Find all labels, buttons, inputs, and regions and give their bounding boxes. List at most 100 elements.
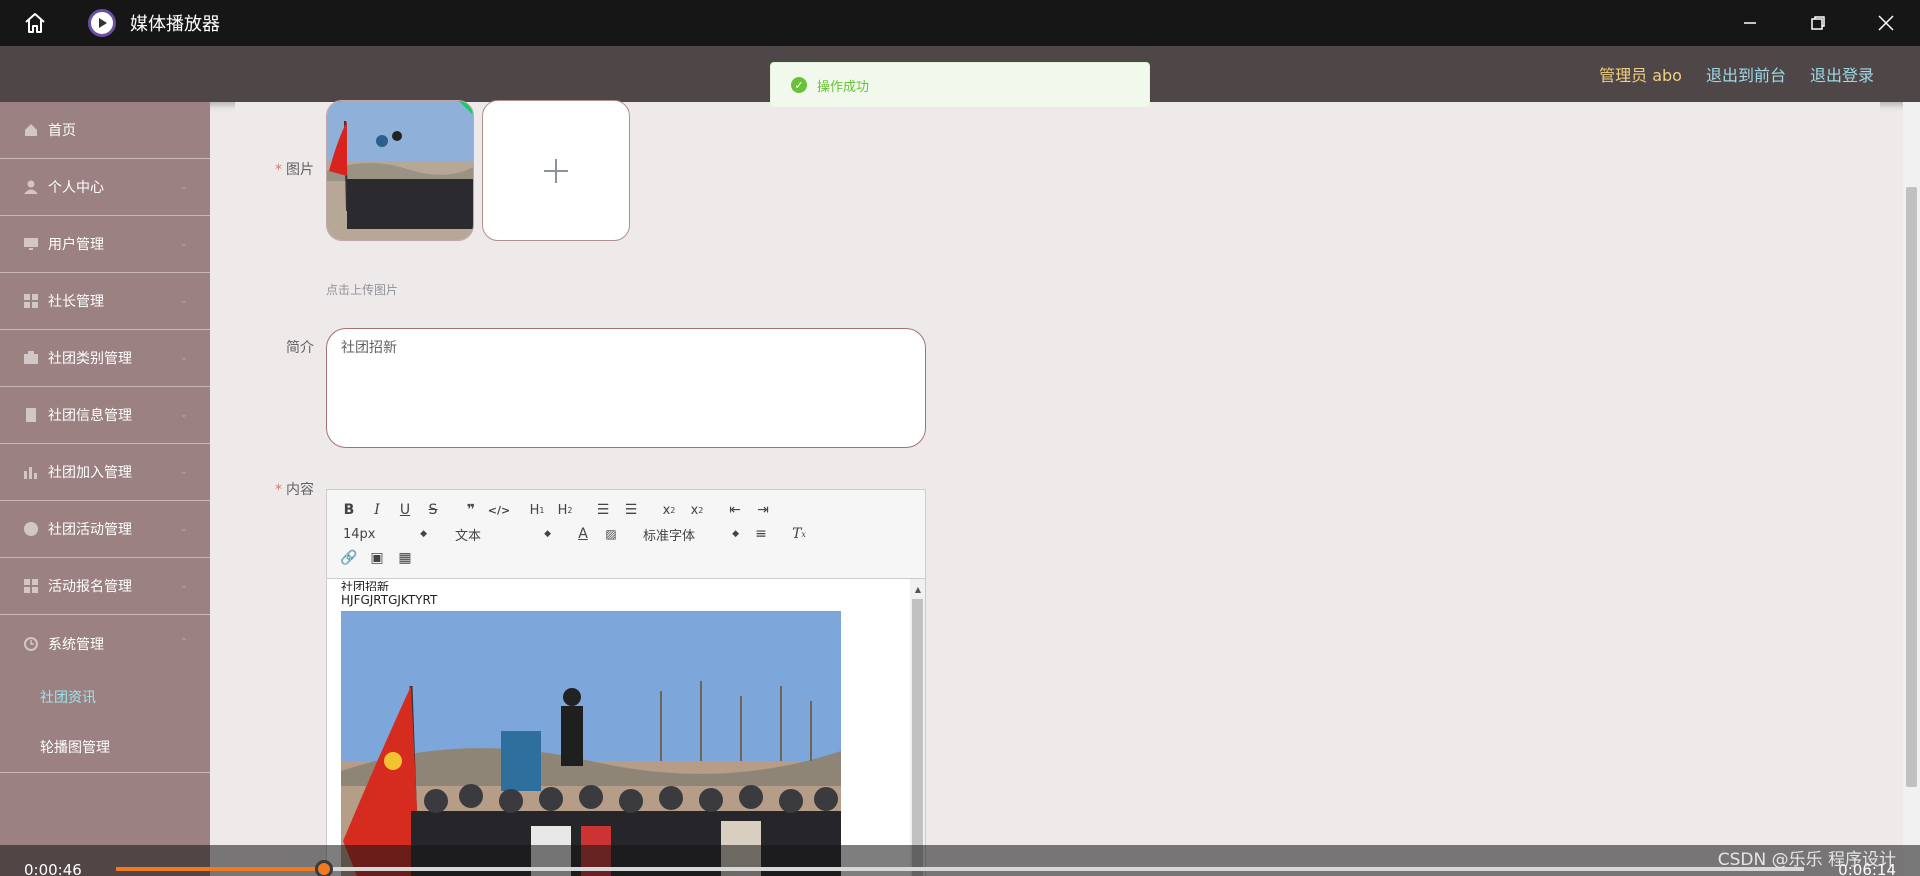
chevron-down-icon: ⌄: [179, 466, 188, 477]
minimize-icon[interactable]: [1716, 0, 1784, 46]
sidebar-item-profile[interactable]: 个人中心 ⌄: [0, 159, 210, 216]
watermark-text: CSDN @乐乐 程序设计: [1717, 850, 1896, 870]
chevron-down-icon: ⌄: [179, 352, 188, 363]
user-icon: [24, 180, 38, 194]
link-icon[interactable]: 🔗: [335, 547, 363, 569]
header1-icon[interactable]: H1: [523, 499, 551, 521]
check-circle-icon: ✓: [791, 77, 807, 93]
sidebar-item-club-join[interactable]: 社团加入管理 ⌄: [0, 444, 210, 501]
underline-icon[interactable]: U: [391, 499, 419, 521]
heading-select[interactable]: 文本 ◆: [447, 523, 559, 545]
ordered-list-icon[interactable]: ☰: [589, 499, 617, 521]
uploaded-picture-thumbnail[interactable]: [326, 100, 474, 241]
font-size-select[interactable]: 14px ◆: [335, 523, 435, 545]
sidebar-item-club-activities[interactable]: 社团活动管理 ⌄: [0, 501, 210, 558]
seek-handle[interactable]: [314, 860, 333, 876]
intro-textarea[interactable]: 社团招新: [326, 328, 926, 448]
editor-toolbar: B I U S ❞ </> H1 H2 ☰ ☰ x2 x2 ⇤ ⇥ 14px ◆ …: [327, 490, 925, 579]
sidebar-item-label: 社团类别管理: [48, 351, 132, 367]
chart-icon: [24, 465, 38, 479]
outdent-icon[interactable]: ⇤: [721, 499, 749, 521]
logout-link[interactable]: 退出登录: [1810, 62, 1874, 86]
grid-icon: [24, 579, 38, 593]
toast-message: 操作成功: [817, 79, 870, 95]
window-titlebar: 媒体播放器: [0, 0, 1920, 46]
editor-embedded-image[interactable]: [341, 611, 841, 876]
rich-text-editor[interactable]: B I U S ❞ </> H1 H2 ☰ ☰ x2 x2 ⇤ ⇥ 14px ◆ …: [326, 489, 926, 876]
plus-icon: [544, 158, 568, 183]
sidebar-item-label: 个人中心: [48, 180, 104, 196]
page-scrollbar[interactable]: [1903, 102, 1920, 876]
home-icon[interactable]: [0, 0, 70, 46]
sidebar-item-label: 社团活动管理: [48, 522, 132, 538]
editor-scrollbar[interactable]: ▲: [910, 579, 925, 876]
sidebar-menu: 首页 个人中心 ⌄ 用户管理 ⌄ 社长管理 ⌄ 社团类别管理 ⌄ 社团信息管理 …: [0, 102, 210, 876]
code-block-icon[interactable]: </>: [485, 499, 513, 521]
chevron-down-icon: ⌄: [179, 238, 188, 249]
sidebar-subitem-club-news[interactable]: 社团资讯: [0, 672, 210, 722]
monitor-icon: [24, 237, 38, 251]
header2-icon[interactable]: H2: [551, 499, 579, 521]
chevron-down-icon: ⌄: [179, 295, 188, 306]
document-icon: [24, 408, 38, 422]
strike-icon[interactable]: S: [419, 499, 447, 521]
subscript-icon[interactable]: x2: [655, 499, 683, 521]
seek-bar-progress: [116, 867, 324, 871]
sidebar-item-home[interactable]: 首页: [0, 102, 210, 159]
indent-icon[interactable]: ⇥: [749, 499, 777, 521]
elapsed-time: 0:00:46: [24, 861, 82, 876]
superscript-icon[interactable]: x2: [683, 499, 711, 521]
upload-picture-button[interactable]: [482, 100, 630, 241]
bold-icon[interactable]: B: [335, 499, 363, 521]
window-title: 媒体播放器: [130, 14, 220, 35]
sidebar-subitem-carousel[interactable]: 轮播图管理: [0, 722, 210, 772]
media-player-controls: 0:00:46 0:06:14 CSDN @乐乐 程序设计: [0, 845, 1920, 876]
seek-bar[interactable]: [116, 860, 1804, 876]
sidebar-item-label: 社团加入管理: [48, 465, 132, 481]
clock-icon: [24, 636, 38, 651]
current-user-label: 管理员 abo: [1599, 66, 1682, 85]
home-icon: [24, 123, 38, 137]
success-toast: ✓ 操作成功: [770, 62, 1150, 108]
content-label: * 内容: [275, 482, 314, 498]
sidebar-item-label: 社团信息管理: [48, 408, 132, 424]
font-family-select[interactable]: 标准字体 ◆: [635, 523, 747, 545]
bullet-list-icon[interactable]: ☰: [617, 499, 645, 521]
chevron-down-icon: ⌄: [179, 181, 188, 192]
editor-scroll-thumb[interactable]: [912, 599, 923, 876]
scroll-up-arrow-icon[interactable]: ▲: [915, 585, 921, 594]
blockquote-icon[interactable]: ❞: [457, 499, 485, 521]
editor-content[interactable]: 社团招新 HJFGJRTGJKTYRT: [327, 579, 912, 876]
intro-label: 简介: [286, 340, 314, 356]
sidebar-item-label: 用户管理: [48, 237, 104, 253]
briefcase-icon: [24, 351, 38, 365]
chevron-down-icon: ⌄: [179, 409, 188, 420]
sidebar-item-club-info[interactable]: 社团信息管理 ⌄: [0, 387, 210, 444]
media-player-logo-icon: [88, 9, 116, 37]
page-scroll-thumb[interactable]: [1906, 187, 1917, 787]
align-icon[interactable]: ≡: [747, 523, 775, 545]
restore-icon[interactable]: [1784, 0, 1852, 46]
italic-icon[interactable]: I: [363, 499, 391, 521]
image-icon[interactable]: ▣: [363, 547, 391, 569]
exit-to-front-link[interactable]: 退出到前台: [1706, 62, 1786, 86]
sidebar-item-label: 活动报名管理: [48, 579, 132, 595]
editor-text-line: HJFGJRTGJKTYRT: [341, 593, 438, 607]
grid-icon: [24, 294, 38, 308]
sidebar-item-system[interactable]: 系统管理 ⌃: [0, 615, 210, 672]
upload-hint: 点击上传图片: [326, 283, 399, 297]
sidebar-item-activity-signup[interactable]: 活动报名管理 ⌄: [0, 558, 210, 615]
chevron-down-icon: ⌄: [179, 580, 188, 591]
chevron-down-icon: ⌄: [179, 523, 188, 534]
background-color-icon[interactable]: ▨: [597, 523, 625, 545]
sidebar-item-presidents[interactable]: 社长管理 ⌄: [0, 273, 210, 330]
sidebar-item-label: 首页: [48, 123, 76, 139]
system-submenu: 社团资讯 轮播图管理: [0, 672, 210, 773]
font-color-icon[interactable]: A: [569, 523, 597, 545]
sidebar-item-club-categories[interactable]: 社团类别管理 ⌄: [0, 330, 210, 387]
globe-icon: [24, 522, 38, 536]
clear-format-icon[interactable]: Tx: [785, 523, 813, 545]
sidebar-item-users[interactable]: 用户管理 ⌄: [0, 216, 210, 273]
video-icon[interactable]: ▦: [391, 547, 419, 569]
close-icon[interactable]: [1852, 0, 1920, 46]
